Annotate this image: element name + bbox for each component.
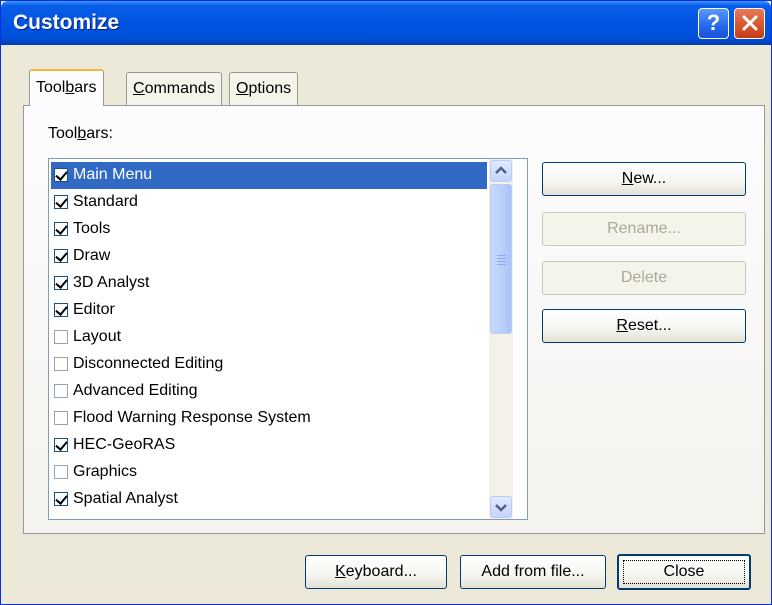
list-item-label: Spatial Analyst: [73, 490, 178, 507]
list-item[interactable]: Tools: [51, 216, 487, 243]
checkbox[interactable]: [54, 384, 68, 398]
tab-label: ars: [74, 79, 97, 96]
list-item-label: Standard: [73, 193, 138, 210]
checkbox[interactable]: [54, 249, 68, 263]
checkbox[interactable]: [54, 411, 68, 425]
tab-label: Tool: [36, 79, 66, 96]
list-item[interactable]: Draw: [51, 243, 487, 270]
tab-panel-toolbars: Toolbars: Main Menu Standard Tools Draw 3D A…: [23, 105, 765, 534]
list-item[interactable]: Graphics: [51, 459, 487, 486]
toolbars-listbox[interactable]: Main Menu Standard Tools Draw 3D Analyst Edit…: [48, 158, 528, 520]
list-item[interactable]: 3D Analyst: [51, 270, 487, 297]
checkbox[interactable]: [54, 465, 68, 479]
list-item[interactable]: HEC-GeoRAS: [51, 432, 487, 459]
checkbox[interactable]: [54, 276, 68, 290]
tab-options[interactable]: Options: [229, 72, 299, 105]
reset-button[interactable]: Reset...: [542, 309, 746, 343]
list-item[interactable]: Advanced Editing: [51, 378, 487, 405]
tab-commands[interactable]: Commands: [126, 72, 222, 105]
list-item[interactable]: Standard: [51, 189, 487, 216]
list-item-label: Main Menu: [73, 166, 153, 183]
tab-label: ptions: [248, 80, 292, 97]
tab-label-accel: b: [65, 79, 75, 96]
tab-toolbars[interactable]: Toolbars: [29, 69, 104, 106]
vertical-scrollbar[interactable]: [489, 159, 513, 519]
list-item-label: Flood Warning Response System: [73, 409, 311, 426]
list-item[interactable]: Flood Warning Response System: [51, 405, 487, 432]
customize-dialog: Customize ? Toolbars Commands Options To…: [0, 0, 772, 605]
title-bar[interactable]: Customize ?: [1, 1, 771, 45]
add-from-file-button[interactable]: Add from file...: [460, 555, 606, 589]
tab-label: ommands: [144, 80, 215, 97]
close-icon: [742, 15, 757, 31]
checkbox[interactable]: [54, 168, 68, 182]
list-item[interactable]: Layout: [51, 324, 487, 351]
scroll-thumb[interactable]: [490, 184, 512, 334]
list-item-label: 3D Analyst: [73, 274, 150, 291]
checkbox[interactable]: [54, 195, 68, 209]
tab-label-accel: C: [133, 80, 145, 97]
close-button[interactable]: Close: [617, 554, 751, 590]
help-button[interactable]: ?: [698, 8, 729, 39]
list-item-label: Draw: [73, 247, 111, 264]
list-item[interactable]: Editor: [51, 297, 487, 324]
toolbars-list: Main Menu Standard Tools Draw 3D Analyst Edit…: [51, 162, 487, 513]
checkbox[interactable]: [54, 438, 68, 452]
checkbox[interactable]: [54, 222, 68, 236]
list-item[interactable]: Disconnected Editing: [51, 351, 487, 378]
keyboard-button[interactable]: Keyboard...: [305, 555, 447, 589]
scroll-down-button[interactable]: [490, 496, 512, 518]
scroll-up-button[interactable]: [490, 160, 512, 182]
checkbox[interactable]: [54, 357, 68, 371]
new-toolbar-button[interactable]: New...: [542, 162, 746, 196]
tab-label-accel: O: [236, 80, 249, 97]
question-icon: ?: [706, 10, 721, 35]
list-item-label: HEC-GeoRAS: [73, 436, 176, 453]
list-item-label: Advanced Editing: [73, 382, 198, 399]
list-item[interactable]: Main Menu: [51, 162, 487, 189]
close-window-button[interactable]: [734, 8, 765, 39]
list-item[interactable]: Spatial Analyst: [51, 486, 487, 513]
list-item-label: Editor: [73, 301, 115, 318]
delete-button[interactable]: Delete: [542, 261, 746, 295]
checkbox[interactable]: [54, 330, 68, 344]
list-item-label: Disconnected Editing: [73, 355, 224, 372]
rename-button[interactable]: Rename...: [542, 212, 746, 246]
checkbox[interactable]: [54, 303, 68, 317]
toolbars-list-label: Toolbars:: [48, 125, 113, 142]
list-item-label: Graphics: [73, 463, 138, 480]
list-item-label: Layout: [73, 328, 122, 345]
chevron-up-icon: [495, 166, 507, 174]
focus-rectangle: [623, 560, 745, 584]
list-item-label: Tools: [73, 220, 111, 237]
window-title: Customize: [13, 11, 120, 34]
checkbox[interactable]: [54, 492, 68, 506]
chevron-down-icon: [495, 504, 507, 512]
